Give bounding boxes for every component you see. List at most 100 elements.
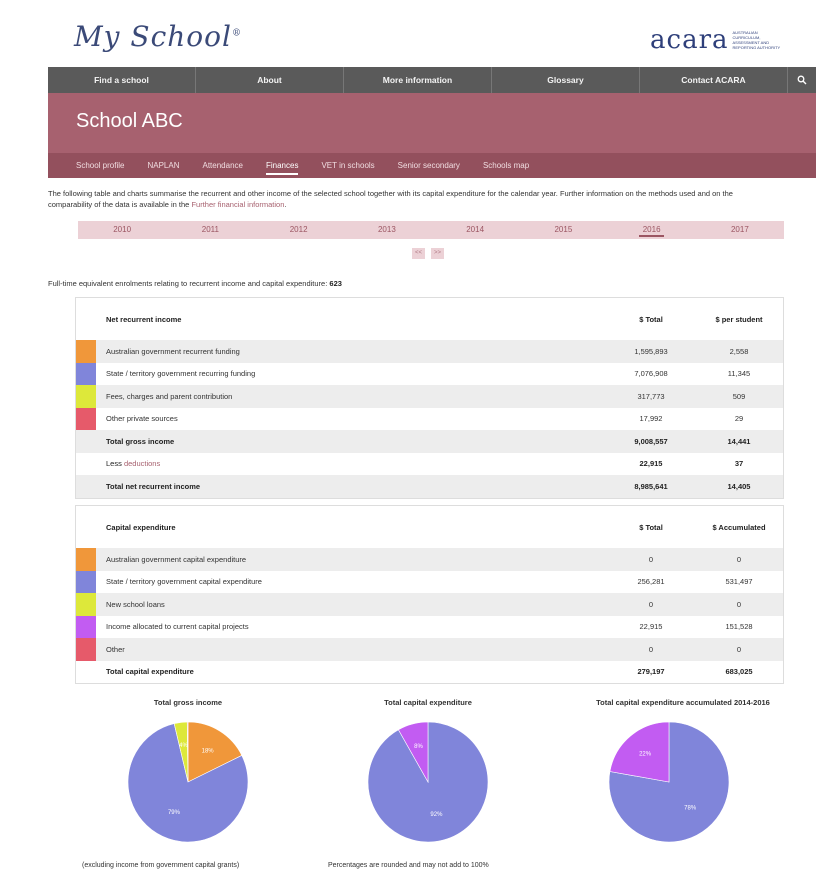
pie-slice-label: 92% (430, 812, 443, 818)
total-net-recurrent-income-row: Total net recurrent income 8,985,641 14,… (76, 475, 783, 498)
pie-slice-label: 4% (179, 743, 188, 749)
row-label: Income allocated to current capital proj… (106, 622, 249, 632)
tab-naplan[interactable]: NAPLAN (147, 153, 179, 178)
table-row: Australian government capital expenditur… (76, 548, 783, 571)
tab-school-profile[interactable]: School profile (76, 153, 124, 178)
tab-vet-in-schools[interactable]: VET in schools (321, 153, 374, 178)
row-label: Fees, charges and parent contribution (96, 385, 607, 408)
acara-subtitle: AUSTRALIAN CURRICULUM, ASSESSMENT AND RE… (732, 30, 781, 50)
prev-year-button[interactable]: << (412, 248, 425, 259)
pie-chart-total-gross-income: Total gross income 18% 79% 4% (excluding i… (48, 698, 328, 872)
year-2015[interactable]: 2015 (519, 221, 607, 239)
row-label: State / territory government capital exp… (106, 577, 262, 587)
registered-mark: ® (231, 28, 242, 39)
intro-text: The following table and charts summarise… (48, 189, 733, 209)
pie-slice-label: 22% (639, 751, 652, 757)
deductions-link[interactable]: deductions (124, 459, 160, 468)
row-accumulated: 531,497 (725, 577, 753, 587)
row-per-student: 11,345 (727, 369, 751, 379)
table-row: Other private sources 17,992 29 (76, 407, 783, 430)
chart-title: Total capital expenditure accumulated 20… (596, 698, 770, 707)
row-per-student: 2,558 (695, 340, 783, 363)
fte-label: Full-time equivalent enrolments relating… (48, 279, 328, 288)
row-label: Total net recurrent income (96, 475, 607, 498)
further-info-link[interactable]: Further financial information (191, 200, 284, 209)
table-row: Income allocated to current capital proj… (76, 615, 783, 638)
swatch-yellow (76, 593, 96, 616)
row-accumulated: 683,025 (725, 667, 753, 677)
row-total: 22,915 (639, 459, 663, 469)
row-per-student: 14,405 (695, 475, 783, 498)
row-per-student: 509 (695, 385, 783, 408)
col-net-recurrent-income: Net recurrent income (106, 314, 182, 324)
table-row: Fees, charges and parent contribution 31… (76, 385, 783, 408)
pie-svg: 92% 8% (367, 721, 489, 843)
pie-chart-total-capital-expenditure: Total capital expenditure 92% 8% Percenta… (298, 698, 558, 872)
search-icon[interactable] (788, 67, 816, 93)
pie-slice-label: 8% (414, 744, 423, 750)
year-2013[interactable]: 2013 (343, 221, 431, 239)
col-capital-expenditure: Capital expenditure (106, 522, 176, 532)
table-row: New school loans 0 0 (76, 593, 783, 616)
row-total: 17,992 (639, 414, 663, 424)
row-accumulated: 0 (695, 638, 783, 661)
year-2017[interactable]: 2017 (696, 221, 784, 239)
nav-contact-acara[interactable]: Contact ACARA (640, 67, 788, 93)
swatch-yellow (76, 385, 96, 408)
pie-slice-label: 78% (684, 805, 697, 811)
table-row: State / territory government capital exp… (76, 570, 783, 593)
col-total: $ Total (639, 314, 663, 324)
table-row: Other 0 0 (76, 638, 783, 661)
my-school-logo[interactable]: My School® (74, 20, 242, 53)
year-2010[interactable]: 2010 (78, 221, 166, 239)
nav-about[interactable]: About (196, 67, 344, 93)
swatch-purple (76, 615, 96, 638)
row-total: 9,008,557 (607, 430, 695, 453)
year-2011[interactable]: 2011 (166, 221, 254, 239)
swatch-red (76, 638, 96, 661)
pie-svg: 78% 22% (608, 721, 730, 843)
intro-end: . (284, 200, 287, 209)
row-label: Australian government recurrent funding (96, 340, 607, 363)
col-accumulated: $ Accumulated (712, 522, 766, 532)
nav-find-a-school[interactable]: Find a school (48, 67, 196, 93)
row-total: 22,915 (639, 622, 663, 632)
col-total: $ Total (639, 522, 663, 532)
school-tabs: School profile NAPLAN Attendance Finance… (48, 153, 816, 178)
acara-logo[interactable]: acara AUSTRALIAN CURRICULUM, ASSESSMENT … (650, 27, 785, 53)
year-selector: 2010 2011 2012 2013 2014 2015 2016 2017 (78, 221, 784, 239)
col-per-student: $ per student (715, 314, 763, 324)
logo-text: My School (74, 20, 232, 53)
row-total: 8,985,641 (607, 475, 695, 498)
swatch-orange (76, 548, 96, 571)
row-accumulated: 151,528 (725, 622, 753, 632)
intro-paragraph: The following table and charts summarise… (48, 188, 778, 210)
row-per-student: 14,441 (695, 430, 783, 453)
nav-glossary[interactable]: Glossary (492, 67, 640, 93)
tab-senior-secondary[interactable]: Senior secondary (398, 153, 460, 178)
nav-more-information[interactable]: More information (344, 67, 492, 93)
chart-title: Total gross income (153, 698, 223, 707)
row-total: 0 (607, 638, 695, 661)
row-label: Australian government capital expenditur… (96, 548, 607, 571)
chart-note: (excluding income from government capita… (82, 862, 240, 869)
tab-schools-map[interactable]: Schools map (483, 153, 529, 178)
row-label: New school loans (96, 593, 607, 616)
tab-attendance[interactable]: Attendance (203, 153, 243, 178)
row-total: 256,281 (637, 577, 665, 587)
row-total: 0 (607, 548, 695, 571)
table-header: Capital expenditure $ Total $ Accumulate… (76, 506, 783, 548)
row-total: 317,773 (607, 385, 695, 408)
less-label: Less (106, 459, 122, 469)
next-year-button[interactable]: >> (431, 248, 444, 259)
school-name: School ABC (76, 110, 183, 132)
tab-finances[interactable]: Finances (265, 153, 299, 178)
table-row: State / territory government recurring f… (76, 362, 783, 385)
pie-chart-accumulated-2014-2016: Total capital expenditure accumulated 20… (548, 698, 818, 872)
table-row: Australian government recurrent funding … (76, 340, 783, 363)
year-2012[interactable]: 2012 (255, 221, 343, 239)
swatch-orange (76, 340, 96, 363)
year-2014[interactable]: 2014 (431, 221, 519, 239)
year-2016[interactable]: 2016 (608, 221, 696, 239)
total-capital-expenditure-row: Total capital expenditure 279,197 683,02… (76, 661, 783, 684)
